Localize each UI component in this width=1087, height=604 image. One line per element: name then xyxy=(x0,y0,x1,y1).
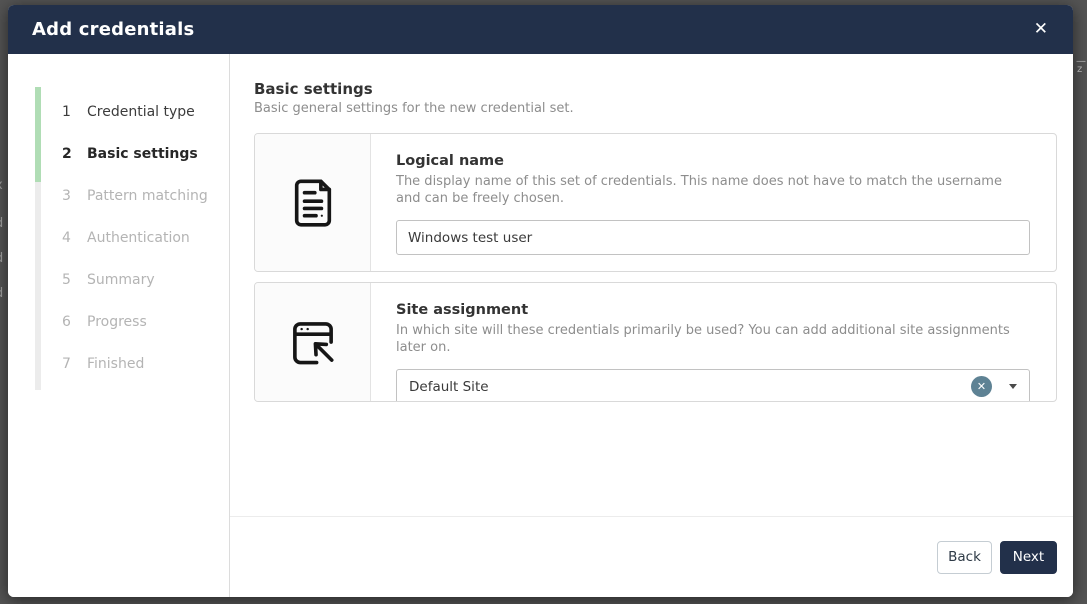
backdrop-clipped-text: x xyxy=(0,178,3,193)
close-icon[interactable]: ✕ xyxy=(1030,17,1052,42)
stepper-item-progress: 6 Progress xyxy=(8,301,229,343)
stepper-item-finished: 7 Finished xyxy=(8,343,229,385)
wizard-footer: Back Next xyxy=(230,516,1073,597)
step-number: 4 xyxy=(62,230,76,246)
logical-name-card: Logical name The display name of this se… xyxy=(254,133,1057,272)
site-select[interactable]: Default Site ✕ xyxy=(396,369,1030,402)
step-number: 6 xyxy=(62,314,76,330)
step-number: 3 xyxy=(62,188,76,204)
wizard-stepper: 1 Credential type 2 Basic settings 3 Pat… xyxy=(8,54,230,597)
step-content-scroll: Basic settings Basic general settings fo… xyxy=(230,54,1073,516)
site-assignment-card: Site assignment In which site will these… xyxy=(254,282,1057,402)
modal-header: Add credentials ✕ xyxy=(8,5,1073,54)
chevron-down-icon xyxy=(1009,384,1017,389)
page-subtitle: Basic general settings for the new crede… xyxy=(254,101,1057,117)
stepper-item-pattern-matching: 3 Pattern matching xyxy=(8,175,229,217)
backdrop-clipped-text: d xyxy=(0,216,3,231)
card-content: Logical name The display name of this se… xyxy=(371,134,1056,271)
card-icon-panel xyxy=(255,134,371,271)
modal-body: 1 Credential type 2 Basic settings 3 Pat… xyxy=(8,54,1073,597)
step-label: Credential type xyxy=(87,104,195,120)
site-assignment-title: Site assignment xyxy=(396,302,1030,319)
logical-name-input[interactable] xyxy=(396,220,1030,255)
step-number: 7 xyxy=(62,356,76,372)
stepper-steps: 1 Credential type 2 Basic settings 3 Pat… xyxy=(8,91,229,385)
stepper-item-credential-type[interactable]: 1 Credential type xyxy=(8,91,229,133)
document-lines-icon xyxy=(284,174,342,232)
logical-name-title: Logical name xyxy=(396,153,1030,170)
stepper-item-summary: 5 Summary xyxy=(8,259,229,301)
logical-name-description: The display name of this set of credenti… xyxy=(396,174,1030,208)
modal-title: Add credentials xyxy=(32,19,194,40)
site-window-cursor-icon xyxy=(284,313,342,371)
back-button[interactable]: Back xyxy=(937,541,992,574)
step-label: Authentication xyxy=(87,230,190,246)
card-icon-panel xyxy=(255,283,371,401)
step-label: Progress xyxy=(87,314,147,330)
backdrop-clipped-text: d xyxy=(0,251,3,266)
step-label: Finished xyxy=(87,356,144,372)
step-number: 5 xyxy=(62,272,76,288)
step-number: 2 xyxy=(62,146,76,162)
site-assignment-description: In which site will these credentials pri… xyxy=(396,323,1030,357)
step-number: 1 xyxy=(62,104,76,120)
backdrop-clipped-text: z xyxy=(1077,64,1082,75)
step-label: Summary xyxy=(87,272,155,288)
clear-selection-icon[interactable]: ✕ xyxy=(971,376,992,397)
add-credentials-modal: Add credentials ✕ 1 Credential type 2 Ba… xyxy=(8,5,1073,597)
step-label: Pattern matching xyxy=(87,188,208,204)
stepper-item-basic-settings[interactable]: 2 Basic settings xyxy=(8,133,229,175)
step-label: Basic settings xyxy=(87,146,198,162)
next-button[interactable]: Next xyxy=(1000,541,1057,574)
stepper-item-authentication: 4 Authentication xyxy=(8,217,229,259)
card-content: Site assignment In which site will these… xyxy=(371,283,1056,401)
site-select-value: Default Site xyxy=(409,379,971,395)
step-content: Basic settings Basic general settings fo… xyxy=(230,54,1073,597)
backdrop-clipped-text: d xyxy=(0,286,3,301)
page-title: Basic settings xyxy=(254,80,1057,98)
